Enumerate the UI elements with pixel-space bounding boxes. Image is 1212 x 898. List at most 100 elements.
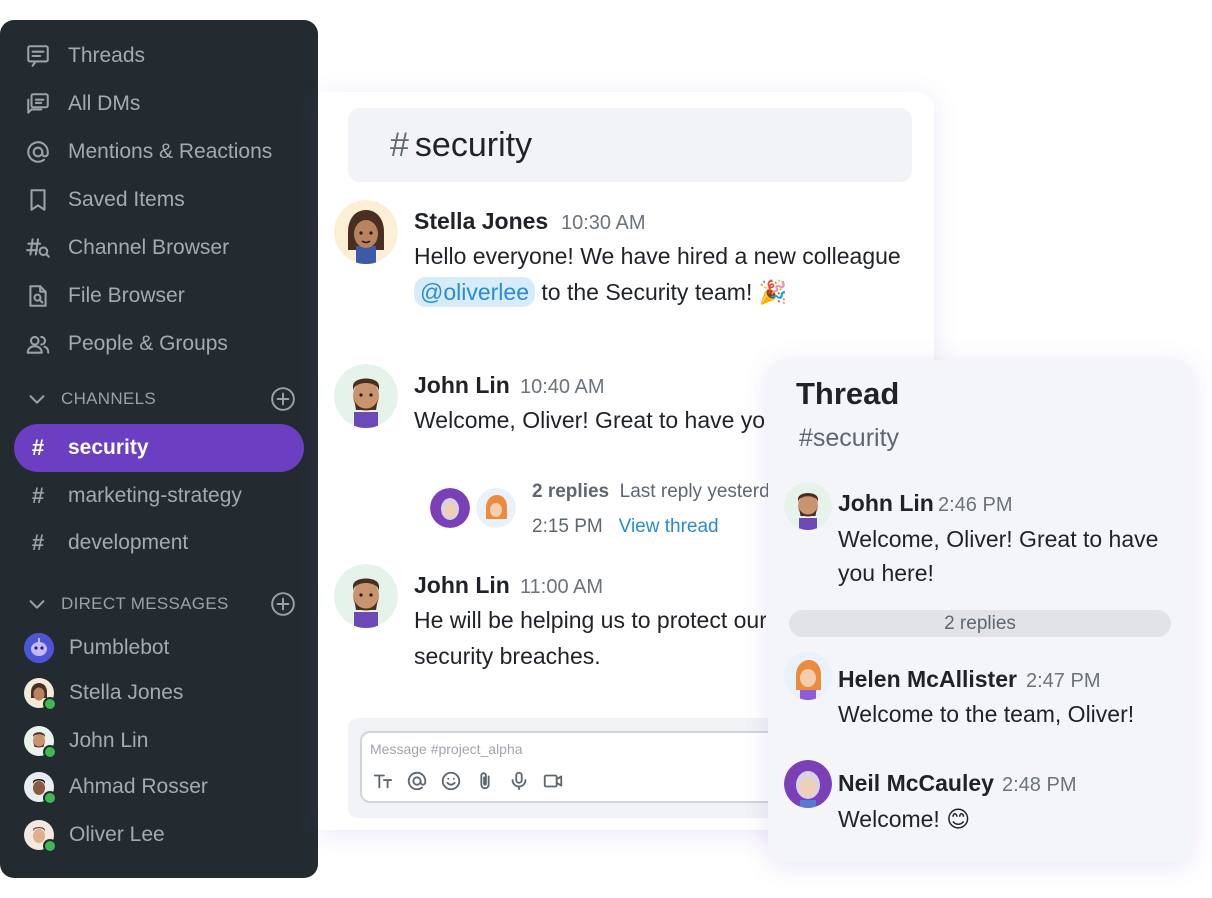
sidebar-item-label: People & Groups (68, 332, 228, 355)
thread-summary[interactable]: 2 replies Last reply yesterday at (532, 481, 772, 503)
message-author[interactable]: John Lin (414, 372, 510, 399)
sidebar-item-channel-development[interactable]: # development (24, 526, 188, 560)
channels-section-header[interactable]: CHANNELS (26, 385, 296, 413)
sidebar-item-dm-oliver[interactable]: Oliver Lee (24, 818, 165, 853)
message-text-line2: @oliverlee to the Security team! 🎉 (414, 274, 787, 310)
sidebar-item-saved[interactable]: Saved Items (24, 184, 185, 216)
hash-icon: # (31, 483, 45, 508)
replies-count[interactable]: 2 replies (532, 481, 609, 502)
composer-toolbar (372, 769, 564, 793)
avatar[interactable] (334, 564, 398, 628)
dm-name: Pumblebot (69, 636, 170, 659)
chevron-down-icon[interactable] (26, 388, 48, 410)
message-time: 11:00 AM (520, 576, 604, 598)
sidebar-item-mentions[interactable]: Mentions & Reactions (24, 136, 272, 168)
avatar[interactable] (784, 760, 832, 808)
chevron-down-icon[interactable] (26, 593, 48, 615)
thread-text: Welcome to the team, Oliver! (838, 701, 1135, 727)
sidebar-item-threads[interactable]: Threads (24, 40, 145, 72)
sidebar-item-dm-stella[interactable]: Stella Jones (24, 676, 184, 711)
view-thread-link[interactable]: View thread (619, 516, 719, 537)
sidebar-item-channel-browser[interactable]: Channel Browser (24, 232, 229, 264)
avatar[interactable] (334, 364, 398, 428)
channel-search-icon (24, 234, 52, 262)
online-status-icon (43, 839, 57, 853)
dm-header-label: DIRECT MESSAGES (61, 594, 229, 613)
video-icon[interactable] (542, 769, 564, 793)
smile-emoji: 😊 (946, 806, 971, 832)
sidebar-item-label: All DMs (68, 92, 141, 115)
avatar (24, 678, 57, 711)
avatar[interactable] (430, 488, 470, 528)
sidebar-item-people[interactable]: People & Groups (24, 328, 228, 360)
sidebar-item-dm-john[interactable]: John Lin (24, 724, 149, 759)
hash-icon: # (31, 435, 45, 460)
dm-name: Ahmad Rosser (69, 775, 208, 798)
message-text-line2: security breaches. (414, 643, 601, 669)
thread-time: 2:46 PM (938, 494, 1013, 516)
message-author[interactable]: Stella Jones (414, 208, 548, 235)
online-status-icon (43, 745, 57, 759)
thread-time: 2:47 PM (1026, 670, 1101, 692)
message-author[interactable]: John Lin (414, 572, 510, 599)
thread-summary-line2: 2:15 PM View thread (532, 516, 719, 538)
replies-divider: 2 replies (789, 610, 1171, 637)
avatar[interactable] (784, 482, 832, 530)
channel-name: development (68, 531, 189, 554)
sidebar-item-label: Channel Browser (68, 236, 230, 259)
thread-time: 2:48 PM (1002, 774, 1077, 796)
message-text: Welcome, Oliver! Great to have you here! (414, 407, 766, 433)
mic-icon[interactable] (508, 769, 530, 793)
people-icon (24, 330, 52, 358)
thread-text-body: Welcome! (838, 806, 947, 832)
text-format-icon[interactable] (372, 769, 394, 793)
sidebar-item-dm-pumblebot[interactable]: Pumblebot (24, 631, 169, 665)
avatar (24, 633, 54, 663)
channel-header: # security (348, 108, 912, 182)
thread-author[interactable]: Helen McAllister (838, 666, 1017, 693)
sidebar-item-label: Threads (68, 44, 146, 67)
avatar[interactable] (476, 488, 516, 528)
sidebar-item-label: File Browser (68, 284, 185, 307)
dm-name: John Lin (69, 729, 149, 752)
thread-author[interactable]: Neil McCauley (838, 770, 994, 797)
threads-icon (24, 42, 52, 70)
channel-name: marketing-strategy (68, 484, 242, 507)
avatar[interactable] (784, 652, 832, 700)
sidebar-item-file-browser[interactable]: File Browser (24, 280, 185, 312)
online-status-icon (43, 791, 57, 805)
last-reply-time: 2:15 PM (532, 516, 603, 537)
sidebar-item-channel-security[interactable]: # security (14, 424, 304, 472)
message-time: 10:40 AM (520, 376, 605, 398)
dm-name: Oliver Lee (69, 823, 165, 846)
sidebar-item-dm-ahmad[interactable]: Ahmad Rosser (24, 770, 208, 805)
message-text: He will be helping us to protect our sys… (414, 607, 766, 633)
avatar[interactable] (334, 200, 398, 264)
at-icon (24, 138, 52, 166)
add-channel-icon[interactable] (270, 386, 296, 412)
thread-text: Welcome, Oliver! Great to have (838, 526, 1159, 552)
thread-channel[interactable]: #security (799, 424, 899, 453)
dms-icon (24, 90, 52, 118)
sidebar-item-all-dms[interactable]: All DMs (24, 88, 140, 120)
emoji-icon[interactable] (440, 769, 462, 793)
attach-icon[interactable] (474, 769, 496, 793)
message-input-placeholder: Message #project_alpha (370, 741, 523, 757)
page-title: security (414, 125, 533, 164)
add-dm-icon[interactable] (270, 591, 296, 617)
dm-section-header[interactable]: DIRECT MESSAGES (26, 590, 296, 618)
party-emoji: 🎉 (758, 279, 788, 305)
channel-name: security (68, 436, 149, 459)
hash-icon: # (31, 530, 45, 555)
sidebar: Threads All DMs Mentions & Reactions Sav… (0, 20, 318, 878)
mention-chip[interactable]: @oliverlee (414, 277, 536, 307)
sidebar-item-channel-marketing[interactable]: # marketing-strategy (24, 479, 242, 513)
bookmark-icon (24, 186, 52, 214)
mention-icon[interactable] (406, 769, 428, 793)
thread-text-line2: you here! (838, 560, 934, 586)
thread-author[interactable]: John Lin (838, 490, 934, 517)
dm-name: Stella Jones (69, 681, 184, 704)
file-search-icon (24, 282, 52, 310)
thread-panel: Thread #security John Lin 2:46 PM Welcom… (768, 360, 1192, 862)
avatar (24, 820, 57, 853)
